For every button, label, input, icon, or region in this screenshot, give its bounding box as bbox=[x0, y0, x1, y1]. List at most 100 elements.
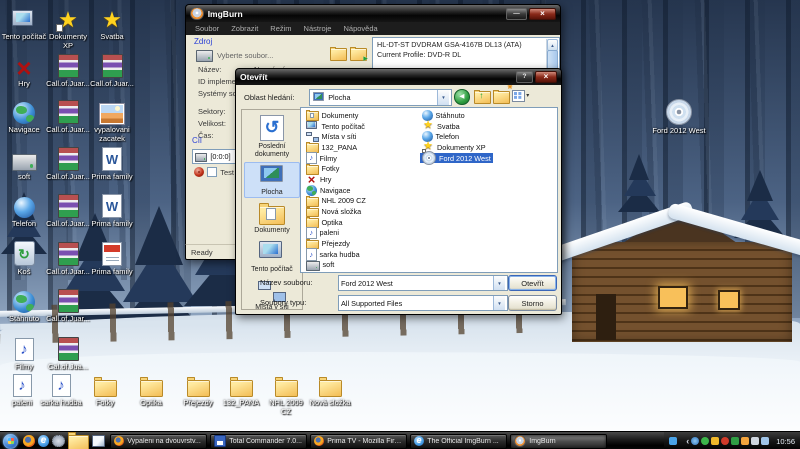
file-item-paleni[interactable]: paleni bbox=[304, 228, 341, 239]
test-checkbox[interactable] bbox=[207, 167, 217, 177]
menu-item-nastroje[interactable]: Nástroje bbox=[298, 24, 338, 33]
file-item-tento-pocitac[interactable]: Tento počítač bbox=[304, 121, 367, 132]
desktop-icon-prima-family[interactable]: Prima family bbox=[89, 193, 135, 229]
desktop-icon-prejezdy[interactable]: Přejezdy bbox=[176, 372, 220, 408]
tray-chevron[interactable]: ‹ bbox=[686, 437, 689, 445]
desktop-icon-optika[interactable]: Optika bbox=[129, 372, 173, 408]
desktop-icon-nova-slozka[interactable]: Nová složka bbox=[308, 372, 352, 408]
views-button[interactable] bbox=[512, 90, 529, 102]
new-folder-button[interactable] bbox=[493, 89, 510, 104]
taskbar-task-total-commander-7-0[interactable]: Total Commander 7.0... bbox=[210, 434, 307, 449]
tray-green-av[interactable] bbox=[731, 437, 739, 445]
taskbar-task-vypaleni-na-dvouvrstv[interactable]: Vypaleni na dvouvrstv... bbox=[110, 434, 207, 449]
tray-green-status[interactable] bbox=[701, 437, 709, 445]
back-button[interactable] bbox=[454, 89, 470, 105]
minimize-button[interactable] bbox=[506, 8, 527, 20]
quicklaunch-gear[interactable] bbox=[52, 435, 65, 448]
drive-icon bbox=[306, 261, 320, 271]
desktop-icon-svatba[interactable]: Svatba bbox=[89, 6, 135, 42]
cancel-button[interactable]: Storno bbox=[508, 295, 557, 311]
desktop-icon-vypalovani-zacatek[interactable]: vypalovani zacatek bbox=[89, 99, 135, 143]
desktop-icon-call-of-juar[interactable]: Call.of.Juar... bbox=[45, 146, 91, 182]
menu-item-soubor[interactable]: Soubor bbox=[189, 24, 225, 33]
file-item-sarka-hudba[interactable]: sarka hudba bbox=[304, 249, 362, 260]
file-item-navigace[interactable]: Navigace bbox=[304, 185, 352, 196]
file-item-ford-2012-west[interactable]: Ford 2012 West bbox=[420, 153, 493, 164]
desktop-icon-stahnuto[interactable]: Stáhnuto bbox=[1, 288, 47, 324]
browse-folder-button[interactable] bbox=[350, 46, 367, 61]
look-in-select[interactable]: Plocha bbox=[309, 89, 452, 106]
quicklaunch-ie[interactable] bbox=[38, 435, 50, 447]
quicklaunch-show-desktop[interactable] bbox=[92, 435, 105, 447]
open-button[interactable]: Otevřít bbox=[508, 275, 557, 291]
file-item-filmy[interactable]: Filmy bbox=[304, 153, 339, 164]
rar-icon bbox=[58, 54, 79, 78]
taskbar-task-imgburn[interactable]: ImgBurn bbox=[510, 434, 607, 449]
desktop-icon-tento-pocitac[interactable]: Tento počítač bbox=[1, 6, 47, 42]
taskbar-task-prima-tv-mozilla-firefox[interactable]: Prima TV - Mozilla Firefox bbox=[310, 434, 407, 449]
dropdown-arrow[interactable] bbox=[437, 90, 449, 105]
desktop-icon-kos[interactable]: Koš bbox=[1, 241, 47, 277]
start-button[interactable] bbox=[3, 434, 18, 449]
desktop-icon-filmy[interactable]: Filmy bbox=[1, 336, 47, 372]
desktop-icon-call-of-juar[interactable]: Call.of.Juar... bbox=[45, 241, 91, 277]
desktop-icon-hry[interactable]: Hry bbox=[1, 53, 47, 89]
desktop-icon-call-of-juar[interactable]: Call.of.Juar... bbox=[45, 99, 91, 135]
dialog-close-button[interactable] bbox=[535, 71, 557, 83]
desktop-icon-navigace[interactable]: Navigace bbox=[1, 99, 47, 135]
desktop-icon-telefon[interactable]: Telefon bbox=[1, 193, 47, 229]
tray-gold-shield[interactable] bbox=[711, 437, 719, 445]
desktop-icon-call-of-juar[interactable]: Call.of.Juar... bbox=[45, 288, 91, 324]
file-item-soft[interactable]: soft bbox=[304, 260, 336, 271]
file-item-dokumenty[interactable]: Dokumenty bbox=[304, 110, 360, 121]
desktop-icon-132-pana[interactable]: 132_PANA bbox=[219, 372, 263, 408]
desktop-icon-prima-family[interactable]: Prima family bbox=[89, 241, 135, 277]
quicklaunch-folder[interactable] bbox=[68, 431, 89, 449]
tray-red-alert[interactable] bbox=[721, 437, 729, 445]
filename-input[interactable]: Ford 2012 West bbox=[338, 275, 508, 291]
desktop-icon-paleni[interactable]: paleni bbox=[0, 372, 44, 408]
taskbar-clock[interactable]: 10:56 bbox=[776, 437, 795, 446]
desktop-icon-call-of-juar[interactable]: Call.of.Juar... bbox=[89, 53, 135, 89]
filetype-dropdown-arrow[interactable] bbox=[493, 296, 505, 310]
desktop-icon-nhl-2009-cz[interactable]: NHL 2009 CZ bbox=[264, 372, 308, 416]
desktop-icon-sarka-hudba[interactable]: sarka hudba bbox=[39, 372, 83, 408]
desktop-icon-soft[interactable]: soft bbox=[1, 146, 47, 182]
dialog-titlebar[interactable]: Otevřít bbox=[235, 68, 562, 85]
file-item-svatba[interactable]: Svatba bbox=[420, 121, 462, 132]
tray-volume[interactable] bbox=[751, 437, 759, 445]
desktop-icon-fotky[interactable]: Fotky bbox=[83, 372, 127, 408]
filetype-select[interactable]: All Supported Files bbox=[338, 295, 508, 311]
desktop-icon-dokumenty-xp[interactable]: Dokumenty XP bbox=[45, 6, 91, 50]
close-button[interactable] bbox=[529, 8, 556, 20]
file-item-hry[interactable]: Hry bbox=[304, 174, 333, 185]
place-plocha[interactable]: Plocha bbox=[244, 162, 300, 199]
taskbar-task-the-official-imgburn[interactable]: The Official ImgBurn ... bbox=[410, 434, 507, 449]
up-one-level-button[interactable] bbox=[474, 89, 491, 104]
desktop-icon-cal-of-jua[interactable]: Cal.of.Jua... bbox=[45, 336, 91, 372]
menu-item-zobrazit[interactable]: Zobrazit bbox=[225, 24, 264, 33]
folder-icon bbox=[330, 48, 347, 61]
tray-network[interactable] bbox=[761, 437, 769, 445]
browse-file-button[interactable] bbox=[330, 46, 347, 61]
place-posledni-dokumenty[interactable]: Poslední dokumenty bbox=[244, 112, 300, 161]
place-tento-pocitac[interactable]: Tento počítač bbox=[244, 238, 300, 276]
place-dokumenty[interactable]: Dokumenty bbox=[244, 199, 300, 237]
imgburn-titlebar[interactable]: ImgBurn bbox=[185, 4, 561, 22]
desktop-icon-call-of-juar[interactable]: Call.of.Juar... bbox=[45, 193, 91, 229]
desktop-icon-prima-family[interactable]: Prima family bbox=[89, 146, 135, 182]
select-file-text[interactable]: Vyberte soubor... bbox=[217, 51, 273, 60]
filename-dropdown-arrow[interactable] bbox=[493, 276, 505, 290]
desktop-icon-ford-2012-west[interactable]: Ford 2012 West bbox=[648, 100, 710, 136]
file-item-mista-v-siti[interactable]: Místa v síti bbox=[304, 131, 358, 142]
quicklaunch-firefox[interactable] bbox=[23, 435, 35, 447]
tray-amber-update[interactable] bbox=[741, 437, 749, 445]
tray-blue-app[interactable] bbox=[669, 437, 677, 445]
file-item-nhl-2009-cz[interactable]: NHL 2009 CZ bbox=[304, 196, 368, 207]
file-item-nova-slozka[interactable]: Nová složka bbox=[304, 206, 363, 217]
menu-item-rezim[interactable]: Režim bbox=[264, 24, 297, 33]
menu-item-napoveda[interactable]: Nápověda bbox=[337, 24, 383, 33]
tray-web-globe[interactable] bbox=[691, 437, 699, 445]
help-button[interactable] bbox=[516, 71, 533, 83]
desktop-icon-call-of-juar[interactable]: Call.of.Juar... bbox=[45, 53, 91, 89]
